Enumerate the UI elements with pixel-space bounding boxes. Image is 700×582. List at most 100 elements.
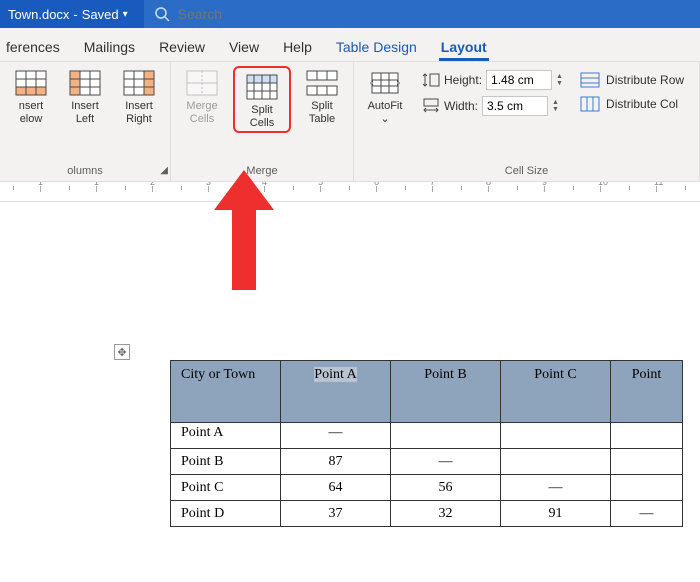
table-cell[interactable]: —	[391, 449, 501, 475]
width-spinner[interactable]: ▲▼	[552, 99, 562, 113]
distribute-cols-icon	[580, 96, 600, 112]
table-cell[interactable]	[611, 475, 683, 501]
merge-cells-button: MergeCells	[179, 66, 225, 125]
table-cell[interactable]: —	[501, 475, 611, 501]
table-cell[interactable]: Point C	[171, 475, 281, 501]
insert-right-button[interactable]: InsertRight	[116, 66, 162, 125]
table-row[interactable]: Point A—	[171, 423, 683, 449]
split-table-label: SplitTable	[309, 100, 335, 125]
table-cell[interactable]	[611, 449, 683, 475]
distribute-cols-label: Distribute Col	[606, 97, 678, 111]
table-header-cell[interactable]: City or Town	[171, 361, 281, 423]
ribbon-tabs: ferences Mailings Review View Help Table…	[0, 28, 700, 62]
document-name: Town.docx	[8, 7, 69, 22]
titlebar: Town.docx - Saved ▾	[0, 0, 700, 28]
table-header-cell[interactable]: Point A	[281, 361, 391, 423]
insert-right-label: InsertRight	[125, 100, 153, 125]
tab-mailings[interactable]: Mailings	[82, 33, 137, 61]
table-cell[interactable]: —	[611, 501, 683, 527]
table-cell[interactable]: Point A	[171, 423, 281, 449]
dialog-launcher-icon[interactable]: ◢	[160, 165, 168, 176]
chevron-up-icon: ▲	[552, 99, 562, 106]
chevron-down-icon: ▼	[552, 106, 562, 113]
chevron-down-icon[interactable]: ▾	[123, 9, 128, 20]
table-header-cell[interactable]: Point	[611, 361, 683, 423]
table-cell[interactable]: Point B	[171, 449, 281, 475]
distribute-buttons: Distribute Row Distribute Col	[580, 66, 684, 112]
table-header-cell[interactable]: Point C	[501, 361, 611, 423]
tab-view[interactable]: View	[227, 33, 261, 61]
distribute-rows-icon	[580, 72, 600, 88]
width-label: Width:	[444, 99, 478, 113]
table-cell[interactable]: 91	[501, 501, 611, 527]
table-header-cell[interactable]: Point B	[391, 361, 501, 423]
table-cell[interactable]	[501, 423, 611, 449]
insert-right-icon	[123, 70, 155, 96]
tab-layout[interactable]: Layout	[439, 33, 489, 61]
search-bar[interactable]	[144, 0, 700, 28]
document-table[interactable]: City or Town Point A Point B Point C Poi…	[170, 360, 683, 527]
table-move-handle[interactable]: ✥	[114, 344, 130, 360]
horizontal-ruler[interactable]: 21123456789101112	[0, 182, 700, 202]
table-cell[interactable]: 56	[391, 475, 501, 501]
group-label-cell-size: Cell Size	[362, 163, 691, 179]
height-spinner[interactable]: ▲▼	[556, 73, 566, 87]
chevron-up-icon: ▲	[556, 73, 566, 80]
split-cells-label: SplitCells	[250, 104, 274, 129]
save-state: Saved	[82, 7, 119, 22]
merge-cells-label: MergeCells	[186, 100, 217, 125]
width-icon	[422, 98, 440, 114]
table-cell[interactable]: 37	[281, 501, 391, 527]
height-label: Height:	[444, 73, 482, 87]
insert-below-button[interactable]: nsertelow	[8, 66, 54, 125]
table-cell[interactable]: 87	[281, 449, 391, 475]
split-table-icon	[306, 70, 338, 96]
split-cells-icon	[246, 74, 278, 100]
split-cells-highlight: SplitCells	[233, 66, 291, 133]
group-merge: MergeCells SplitCells SplitTable Merge	[171, 62, 354, 181]
table-cell[interactable]	[501, 449, 611, 475]
table-cell[interactable]: 64	[281, 475, 391, 501]
document-title-area[interactable]: Town.docx - Saved ▾	[0, 7, 136, 22]
group-label-merge: Merge	[179, 163, 345, 179]
tab-help[interactable]: Help	[281, 33, 314, 61]
tab-table-design[interactable]: Table Design	[334, 33, 419, 61]
autofit-button[interactable]: AutoFit⌄	[362, 66, 408, 125]
group-rows-columns: nsertelow InsertLeft InsertRight olumns◢	[0, 62, 171, 181]
insert-below-label: nsertelow	[19, 100, 43, 125]
insert-below-icon	[15, 70, 47, 96]
cell-size-fields: Height: ▲▼ Width: ▲▼	[422, 66, 566, 116]
distribute-rows-button[interactable]: Distribute Row	[580, 72, 684, 88]
table-cell[interactable]	[391, 423, 501, 449]
table-row[interactable]: Point B87—	[171, 449, 683, 475]
split-cells-button[interactable]: SplitCells	[239, 70, 285, 129]
table-cell[interactable]: 32	[391, 501, 501, 527]
group-label-rows-columns: olumns◢	[8, 163, 162, 179]
width-input[interactable]	[482, 96, 548, 116]
insert-left-button[interactable]: InsertLeft	[62, 66, 108, 125]
search-input[interactable]	[178, 6, 690, 22]
selected-header-text: Point A	[314, 367, 356, 382]
split-table-button[interactable]: SplitTable	[299, 66, 345, 125]
document-canvas[interactable]: ✥ City or Town Point A Point B Point C P…	[0, 202, 700, 582]
table-row[interactable]: Point D373291—	[171, 501, 683, 527]
autofit-icon	[369, 70, 401, 96]
table-row[interactable]: Point C6456—	[171, 475, 683, 501]
table-cell[interactable]	[611, 423, 683, 449]
distribute-cols-button[interactable]: Distribute Col	[580, 96, 684, 112]
ribbon: nsertelow InsertLeft InsertRight olumns◢…	[0, 62, 700, 182]
table-header-row: City or Town Point A Point B Point C Poi…	[171, 361, 683, 423]
height-icon	[422, 72, 440, 88]
merge-cells-icon	[186, 70, 218, 96]
insert-left-icon	[69, 70, 101, 96]
group-cell-size: AutoFit⌄ Height: ▲▼ Width: ▲▼	[354, 62, 700, 181]
insert-left-label: InsertLeft	[71, 100, 99, 125]
table-cell[interactable]: —	[281, 423, 391, 449]
search-icon	[154, 6, 170, 22]
table-cell[interactable]: Point D	[171, 501, 281, 527]
tab-review[interactable]: Review	[157, 33, 207, 61]
height-input[interactable]	[486, 70, 552, 90]
chevron-down-icon: ▼	[556, 80, 566, 87]
tab-references[interactable]: ferences	[4, 33, 62, 61]
distribute-rows-label: Distribute Row	[606, 73, 684, 87]
